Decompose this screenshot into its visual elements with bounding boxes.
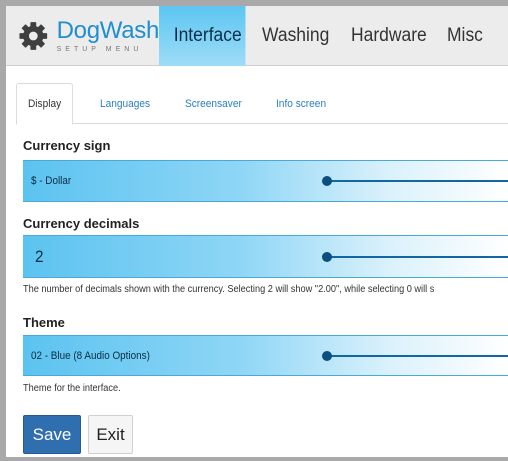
currency-decimals-value: 2 xyxy=(35,246,44,266)
app-window: DogWash SETUP MENU Interface Washing Har… xyxy=(6,6,508,457)
subtab-screensaver[interactable]: Screensaver xyxy=(185,83,242,124)
brand-tagline: SETUP MENU xyxy=(56,46,143,53)
subtab-display[interactable]: Display xyxy=(16,83,74,125)
slider-track[interactable] xyxy=(327,354,508,357)
subtab-languages[interactable]: Languages xyxy=(100,83,150,124)
tab-interface[interactable]: Interface xyxy=(159,6,246,66)
save-button[interactable]: Save xyxy=(23,415,81,454)
theme-label: Theme xyxy=(23,315,65,330)
currency-decimals-slider[interactable]: 2 xyxy=(23,235,508,278)
currency-decimals-help: The number of decimals shown with the cu… xyxy=(23,284,435,295)
logo: DogWash SETUP MENU xyxy=(6,6,159,66)
subtab-info-screen[interactable]: Info screen xyxy=(276,83,326,124)
theme-slider[interactable]: 02 - Blue (8 Audio Options) xyxy=(23,335,508,376)
tab-hardware[interactable]: Hardware xyxy=(351,6,427,66)
gear-icon xyxy=(19,22,48,50)
theme-value: 02 - Blue (8 Audio Options) xyxy=(31,349,150,362)
brand-name: DogWash xyxy=(56,17,160,44)
currency-decimals-label: Currency decimals xyxy=(23,216,140,231)
tab-washing[interactable]: Washing xyxy=(262,6,329,66)
exit-button[interactable]: Exit xyxy=(88,415,133,454)
slider-handle[interactable] xyxy=(322,251,332,262)
slider-handle[interactable] xyxy=(322,176,332,186)
theme-help: Theme for the interface. xyxy=(23,383,121,394)
slider-track[interactable] xyxy=(327,255,508,258)
currency-sign-slider[interactable]: $ - Dollar xyxy=(23,160,508,202)
slider-track[interactable] xyxy=(327,180,508,182)
top-navigation: DogWash SETUP MENU Interface Washing Har… xyxy=(6,6,508,66)
currency-sign-label: Currency sign xyxy=(23,138,111,153)
sub-tab-bar: Display Languages Screensaver Info scree… xyxy=(16,83,508,125)
currency-sign-value: $ - Dollar xyxy=(31,175,72,187)
slider-handle[interactable] xyxy=(322,350,332,361)
tab-misc[interactable]: Misc xyxy=(447,6,483,66)
